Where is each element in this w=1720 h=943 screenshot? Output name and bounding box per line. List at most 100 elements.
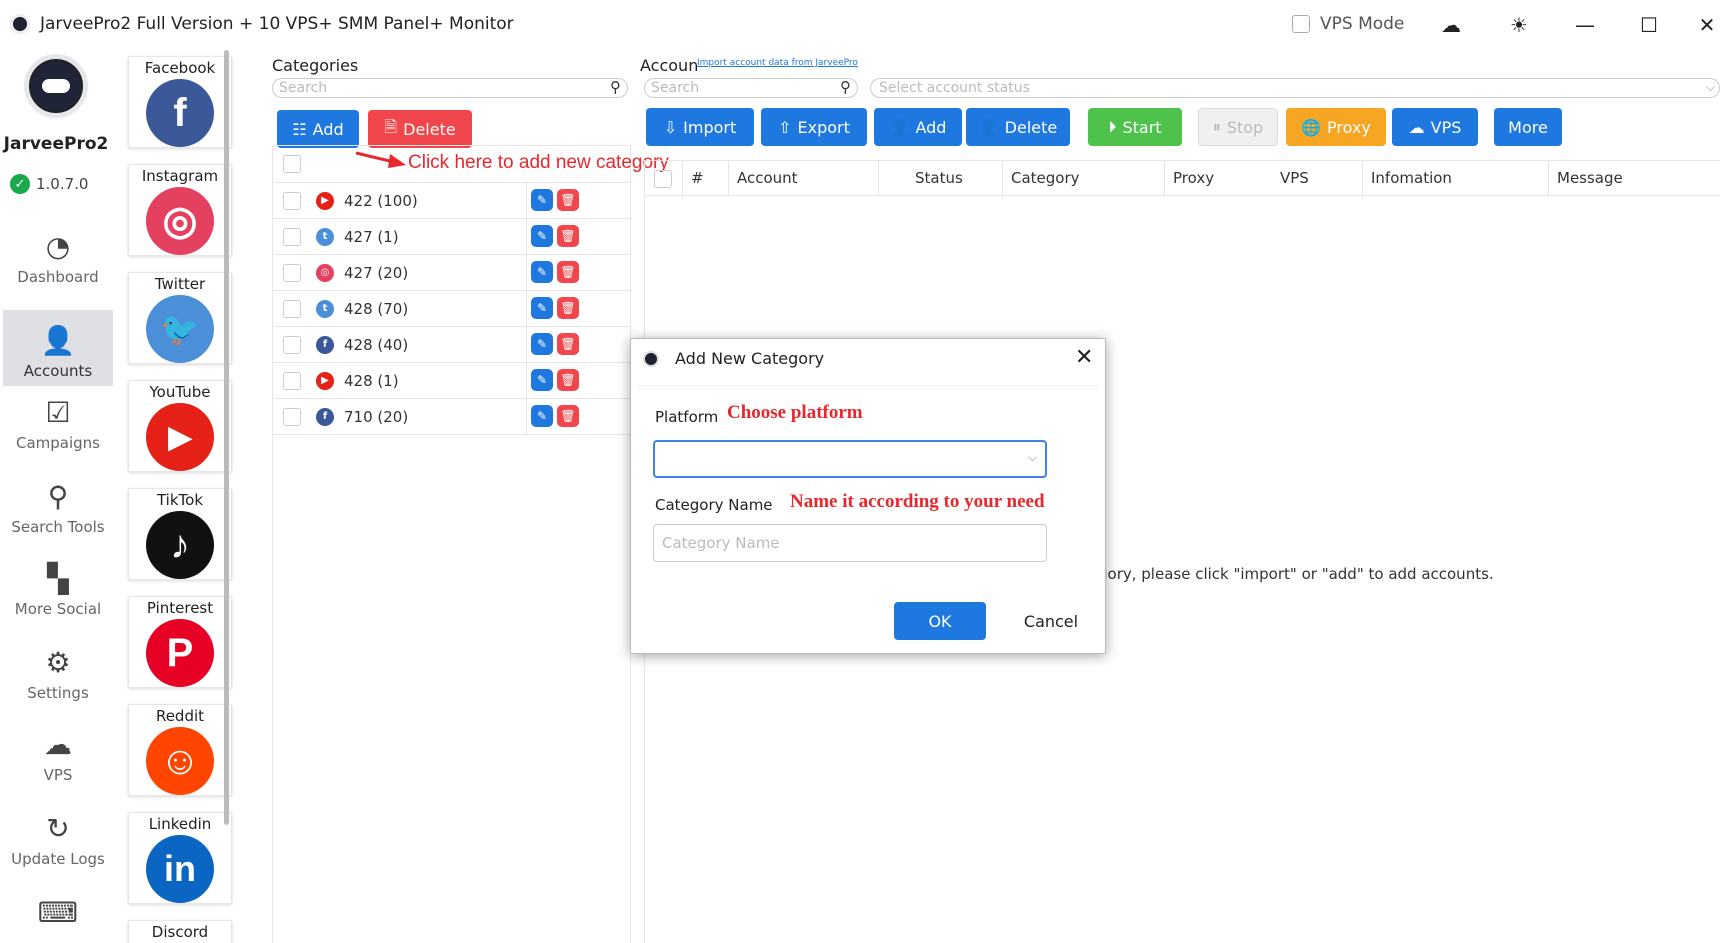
button-label: Start bbox=[1122, 117, 1162, 137]
trash-icon[interactable]: 🗑 bbox=[557, 405, 579, 427]
category-search-input[interactable]: Search ⚲ bbox=[272, 78, 628, 98]
platform-youtube[interactable]: YouTube ▶ bbox=[128, 380, 232, 472]
platform-discord[interactable]: Discord bbox=[128, 920, 232, 943]
minimize-icon[interactable]: — bbox=[1572, 12, 1598, 38]
platform-instagram[interactable]: Instagram ◎ bbox=[128, 164, 232, 256]
cloud-server-icon: ☁ bbox=[44, 728, 72, 761]
categories-panel: Categories Search ⚲ ☷ Add 🗎 Delete ▶ 422… bbox=[246, 50, 636, 943]
edit-icon[interactable]: ✎ bbox=[531, 261, 553, 283]
trash-icon[interactable]: 🗑 bbox=[557, 225, 579, 247]
trash-icon[interactable]: 🗑 bbox=[557, 261, 579, 283]
stop-button[interactable]: ⏸ Stop bbox=[1198, 108, 1278, 146]
row-checkbox[interactable] bbox=[283, 371, 301, 390]
platform-label: Twitter bbox=[154, 275, 206, 293]
col-account[interactable]: Account bbox=[728, 161, 878, 197]
category-row[interactable]: f 428 (40) ✎ 🗑 bbox=[274, 327, 630, 363]
linkedin-icon: in bbox=[146, 835, 214, 903]
select-all-checkbox[interactable] bbox=[283, 155, 301, 173]
col-vps[interactable]: VPS bbox=[1254, 161, 1334, 197]
delete-account-button[interactable]: 👤 Delete bbox=[966, 108, 1070, 146]
platform-scrollbar[interactable] bbox=[224, 50, 229, 825]
proxy-button[interactable]: 🌐 Proxy bbox=[1286, 108, 1386, 146]
trash-icon[interactable]: 🗑 bbox=[557, 369, 579, 391]
trash-icon[interactable]: 🗑 bbox=[557, 189, 579, 211]
nav-search-tools[interactable]: ⚲ Search Tools bbox=[3, 472, 113, 542]
row-checkbox[interactable] bbox=[283, 335, 301, 354]
start-button[interactable]: ⏵ Start bbox=[1088, 108, 1182, 146]
edit-icon[interactable]: ✎ bbox=[531, 369, 553, 391]
close-icon[interactable]: ✕ bbox=[1694, 12, 1720, 38]
category-name-input[interactable]: Category Name bbox=[653, 524, 1047, 562]
nav-campaigns[interactable]: ☑ Campaigns bbox=[3, 388, 113, 458]
trash-icon[interactable]: 🗑 bbox=[557, 333, 579, 355]
nav-vps[interactable]: ☁ VPS bbox=[3, 720, 113, 790]
cloud-server-icon[interactable]: ☁ bbox=[1438, 12, 1464, 38]
platform-facebook[interactable]: Facebook f bbox=[128, 56, 232, 148]
nav-accounts[interactable]: 👤 Accounts bbox=[3, 310, 113, 386]
nav-label: Update Logs bbox=[11, 850, 105, 868]
nav-label: Dashboard bbox=[17, 268, 99, 286]
chevron-down-icon: ⌵ bbox=[1705, 80, 1715, 94]
row-checkbox[interactable] bbox=[283, 299, 301, 318]
divider bbox=[272, 145, 273, 943]
magnifier-icon: ⚲ bbox=[47, 480, 69, 513]
platform-pinterest[interactable]: Pinterest P bbox=[128, 596, 232, 688]
select-all-checkbox[interactable] bbox=[654, 169, 672, 188]
col-proxy[interactable]: Proxy bbox=[1164, 161, 1254, 197]
platform-select[interactable]: ⌵ bbox=[653, 440, 1047, 478]
vps-mode-checkbox[interactable] bbox=[1292, 15, 1310, 33]
trash-icon[interactable]: 🗑 bbox=[557, 297, 579, 319]
edit-icon[interactable]: ✎ bbox=[531, 405, 553, 427]
category-name: 427 (20) bbox=[344, 263, 409, 282]
import-account-link[interactable]: Import account data from JarveePro bbox=[697, 58, 858, 68]
add-account-button[interactable]: 👤 Add bbox=[874, 108, 962, 146]
close-icon[interactable]: ✕ bbox=[1075, 345, 1093, 370]
category-row[interactable]: t 428 (70) ✎ 🗑 bbox=[274, 291, 630, 327]
platform-twitter[interactable]: Twitter 🐦 bbox=[128, 272, 232, 364]
platform-tiktok[interactable]: TikTok ♪ bbox=[128, 488, 232, 580]
nav-update-logs[interactable]: ↻ Update Logs bbox=[3, 804, 113, 874]
nav-more-social[interactable]: ▚ More Social bbox=[3, 554, 113, 624]
delete-category-button[interactable]: 🗎 Delete bbox=[368, 110, 472, 148]
nav-dashboard[interactable]: ◔ Dashboard bbox=[3, 222, 113, 292]
maximize-icon[interactable]: ☐ bbox=[1636, 12, 1662, 38]
edit-icon[interactable]: ✎ bbox=[531, 189, 553, 211]
search-icon: ⚲ bbox=[610, 78, 621, 96]
vps-mode-toggle[interactable]: VPS Mode bbox=[1292, 14, 1404, 34]
row-checkbox[interactable] bbox=[283, 227, 301, 246]
button-label: More bbox=[1508, 117, 1548, 137]
category-row[interactable]: f 710 (20) ✎ 🗑 bbox=[274, 399, 630, 435]
cancel-button[interactable]: Cancel bbox=[1011, 602, 1091, 640]
col-information[interactable]: Infomation bbox=[1362, 161, 1548, 197]
edit-icon[interactable]: ✎ bbox=[531, 225, 553, 247]
more-button[interactable]: More bbox=[1494, 108, 1562, 146]
row-checkbox[interactable] bbox=[283, 263, 301, 282]
category-name: 428 (40) bbox=[344, 335, 409, 354]
vps-button[interactable]: ☁ VPS bbox=[1392, 108, 1478, 146]
category-row[interactable]: ▶ 428 (1) ✎ 🗑 bbox=[274, 363, 630, 399]
platform-reddit[interactable]: Reddit ☺ bbox=[128, 704, 232, 796]
import-button[interactable]: ⇩ Import bbox=[646, 108, 754, 146]
category-row[interactable]: ▶ 422 (100) ✎ 🗑 bbox=[274, 183, 630, 219]
add-category-button[interactable]: ☷ Add bbox=[277, 110, 359, 148]
nav-settings[interactable]: ⚙ Settings bbox=[3, 638, 113, 708]
edit-icon[interactable]: ✎ bbox=[531, 297, 553, 319]
search-placeholder: Search bbox=[651, 80, 700, 96]
row-checkbox[interactable] bbox=[283, 407, 301, 426]
col-message[interactable]: Message bbox=[1548, 161, 1720, 197]
account-search-input[interactable]: Search ⚲ bbox=[644, 78, 858, 98]
col-number[interactable]: # bbox=[682, 161, 728, 197]
theme-sun-icon[interactable]: ☀ bbox=[1506, 12, 1532, 38]
col-category[interactable]: Category bbox=[1002, 161, 1164, 197]
nav-monitor[interactable]: ⌨ bbox=[3, 890, 113, 940]
account-status-select[interactable]: Select account status ⌵ bbox=[870, 78, 1720, 98]
instagram-icon: ◎ bbox=[316, 263, 334, 282]
col-status[interactable]: Status bbox=[878, 161, 1002, 197]
export-button[interactable]: ⇧ Export bbox=[761, 108, 867, 146]
category-row[interactable]: t 427 (1) ✎ 🗑 bbox=[274, 219, 630, 255]
row-checkbox[interactable] bbox=[283, 191, 301, 210]
platform-linkedin[interactable]: Linkedin in bbox=[128, 812, 232, 904]
ok-button[interactable]: OK bbox=[894, 602, 986, 640]
edit-icon[interactable]: ✎ bbox=[531, 333, 553, 355]
category-row[interactable]: ◎ 427 (20) ✎ 🗑 bbox=[274, 255, 630, 291]
